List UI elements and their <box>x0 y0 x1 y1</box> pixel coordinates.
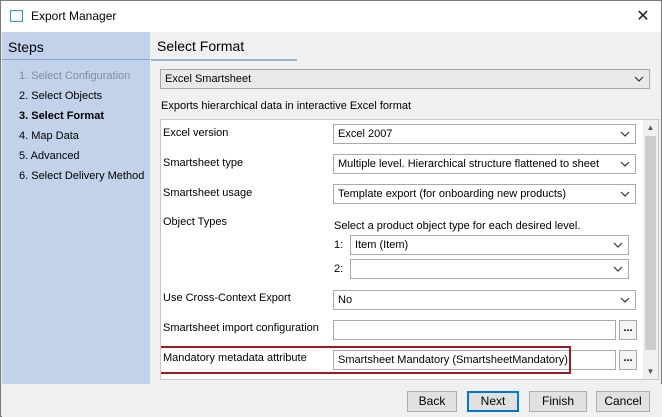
import-config-field[interactable] <box>333 320 616 340</box>
format-description: Exports hierarchical data in interactive… <box>161 100 412 112</box>
window-title: Export Manager <box>31 9 117 23</box>
smartsheet-type-select[interactable]: Multiple level. Hierarchical structure f… <box>333 154 636 174</box>
app-window-icon <box>10 10 23 22</box>
smartsheet-usage-value: Template export (for onboarding new prod… <box>338 188 567 200</box>
level-2-label: 2: <box>334 263 344 275</box>
chevron-down-icon <box>620 297 630 303</box>
level-1-label: 1: <box>334 239 344 251</box>
main-content: Select Format Excel Smartsheet Exports h… <box>151 32 661 384</box>
chevron-down-icon <box>620 161 630 167</box>
level-1-value: Item (Item) <box>355 239 409 251</box>
step-select-delivery-method[interactable]: 6. Select Delivery Method <box>19 170 144 182</box>
scroll-up-icon[interactable]: ▲ <box>643 120 658 135</box>
scroll-down-icon[interactable]: ▼ <box>643 364 658 379</box>
excel-version-label: Excel version <box>163 127 229 139</box>
chevron-down-icon <box>620 131 630 137</box>
step-select-objects[interactable]: 2. Select Objects <box>19 90 102 102</box>
vertical-scrollbar[interactable]: ▲ ▼ <box>643 120 658 379</box>
excel-version-select[interactable]: Excel 2007 <box>333 124 636 144</box>
title-bar: Export Manager ✕ <box>1 1 661 32</box>
step-select-configuration[interactable]: 1. Select Configuration <box>19 70 130 82</box>
chevron-down-icon <box>613 242 623 248</box>
smartsheet-usage-label: Smartsheet usage <box>163 187 253 199</box>
finish-button[interactable]: Finish <box>529 391 587 412</box>
steps-heading: Steps <box>8 39 44 55</box>
object-types-instruction: Select a product object type for each de… <box>334 220 581 232</box>
export-manager-window: Export Manager ✕ Steps 1. Select Configu… <box>0 0 662 417</box>
cross-context-select[interactable]: No <box>333 290 636 310</box>
smartsheet-type-label: Smartsheet type <box>163 157 244 169</box>
step-map-data[interactable]: 4. Map Data <box>19 130 79 142</box>
import-config-browse-button[interactable]: ... <box>619 320 637 340</box>
dialog-footer: Back Next Finish Cancel <box>2 384 662 417</box>
format-select-value: Excel Smartsheet <box>165 73 252 85</box>
smartsheet-type-value: Multiple level. Hierarchical structure f… <box>338 158 600 170</box>
level-2-select[interactable] <box>350 259 629 279</box>
step-advanced[interactable]: 5. Advanced <box>19 150 80 162</box>
chevron-down-icon <box>613 266 623 272</box>
highlight-box <box>161 346 571 374</box>
level-1-select[interactable]: Item (Item) <box>350 235 629 255</box>
format-select[interactable]: Excel Smartsheet <box>160 69 650 89</box>
mandatory-attr-browse-button[interactable]: ... <box>619 350 637 370</box>
back-button[interactable]: Back <box>407 391 457 412</box>
scroll-thumb[interactable] <box>645 136 656 350</box>
steps-sidebar: Steps 1. Select Configuration 2. Select … <box>2 32 150 384</box>
next-button[interactable]: Next <box>467 391 519 412</box>
cross-context-value: No <box>338 294 353 306</box>
cancel-button[interactable]: Cancel <box>596 391 650 412</box>
steps-divider <box>2 59 150 60</box>
excel-version-value: Excel 2007 <box>338 128 393 140</box>
page-title-underline <box>151 59 297 61</box>
import-config-label: Smartsheet import configuration <box>163 322 319 334</box>
format-options-panel: Excel version Excel 2007 Smartsheet type… <box>160 119 659 380</box>
chevron-down-icon <box>620 191 630 197</box>
page-title: Select Format <box>157 38 245 54</box>
smartsheet-usage-select[interactable]: Template export (for onboarding new prod… <box>333 184 636 204</box>
close-icon[interactable]: ✕ <box>631 5 655 27</box>
cross-context-label: Use Cross-Context Export <box>163 292 291 304</box>
object-types-label: Object Types <box>163 216 227 228</box>
step-select-format[interactable]: 3. Select Format <box>19 110 104 122</box>
chevron-down-icon <box>634 76 644 82</box>
